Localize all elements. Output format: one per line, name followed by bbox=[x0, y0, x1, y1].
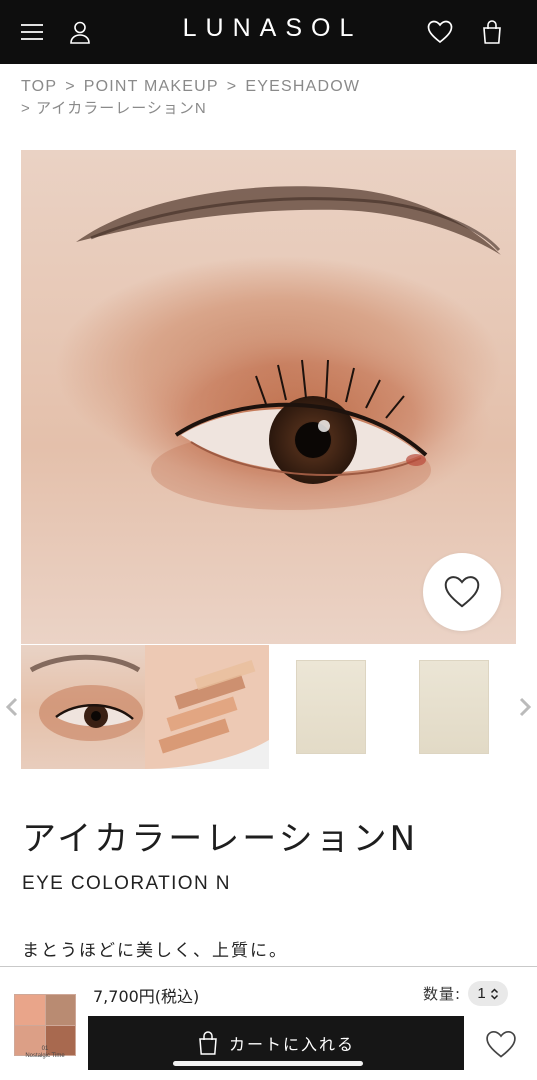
product-title-en: EYE COLORATION N bbox=[22, 873, 231, 894]
add-to-cart-label: カートに入れる bbox=[228, 1035, 355, 1054]
palette-swatch bbox=[15, 995, 45, 1025]
breadcrumb-current: アイカラーレーションN bbox=[35, 100, 207, 117]
palette-name: Nostalgic Time bbox=[25, 1053, 65, 1059]
brand-logo[interactable]: LUNASOL bbox=[0, 14, 537, 43]
home-indicator bbox=[173, 1061, 363, 1066]
chevron-left-icon bbox=[6, 697, 18, 717]
heart-icon bbox=[444, 576, 480, 608]
palette-swatch bbox=[45, 995, 75, 1025]
product-catchphrase: まとうほどに美しく、上質に。 bbox=[22, 941, 288, 961]
product-title: アイカラーレーションN bbox=[22, 819, 419, 859]
shopping-bag-icon bbox=[199, 1031, 217, 1055]
site-header: LUNASOL bbox=[0, 0, 537, 64]
breadcrumb-current-row: > アイカラーレーションN bbox=[21, 98, 521, 120]
product-price: 7,700円(税込) bbox=[93, 987, 200, 1006]
heart-icon[interactable] bbox=[424, 16, 456, 48]
chevron-updown-icon bbox=[490, 987, 498, 1000]
quantity-value: 1 bbox=[477, 985, 486, 1002]
palette-caption: 01 Nostalgic Time bbox=[14, 1046, 76, 1060]
breadcrumb: TOP > POINT MAKEUP > EYESHADOW > アイカラーレーションN bbox=[21, 76, 521, 120]
chevron-right-icon bbox=[519, 697, 531, 717]
quantity-select[interactable]: 1 bbox=[468, 981, 508, 1006]
breadcrumb-separator: > bbox=[21, 100, 31, 117]
thumbnail-eye-closeup[interactable] bbox=[21, 645, 145, 769]
breadcrumb-top[interactable]: TOP bbox=[21, 78, 57, 95]
cart-bag-icon[interactable] bbox=[476, 16, 508, 48]
thumbnail-compact-back[interactable] bbox=[392, 645, 516, 769]
thumbnail-compact-front[interactable] bbox=[268, 645, 393, 769]
palette-number: 01 bbox=[41, 1046, 49, 1052]
breadcrumb-point-makeup[interactable]: POINT MAKEUP bbox=[84, 78, 219, 95]
carousel-prev-button[interactable] bbox=[4, 696, 20, 718]
thumbnail-swatches[interactable] bbox=[144, 645, 269, 769]
carousel-next-button[interactable] bbox=[517, 696, 533, 718]
breadcrumb-separator: > bbox=[65, 78, 76, 95]
heart-icon bbox=[486, 1030, 516, 1058]
quantity-label: 数量: bbox=[423, 985, 462, 1003]
breadcrumb-separator: > bbox=[226, 78, 238, 95]
breadcrumb-eyeshadow[interactable]: EYESHADOW bbox=[245, 78, 360, 95]
thumbnail-strip bbox=[21, 645, 516, 769]
bottom-favorite-button[interactable] bbox=[484, 1027, 518, 1061]
favorite-button[interactable] bbox=[423, 553, 501, 631]
